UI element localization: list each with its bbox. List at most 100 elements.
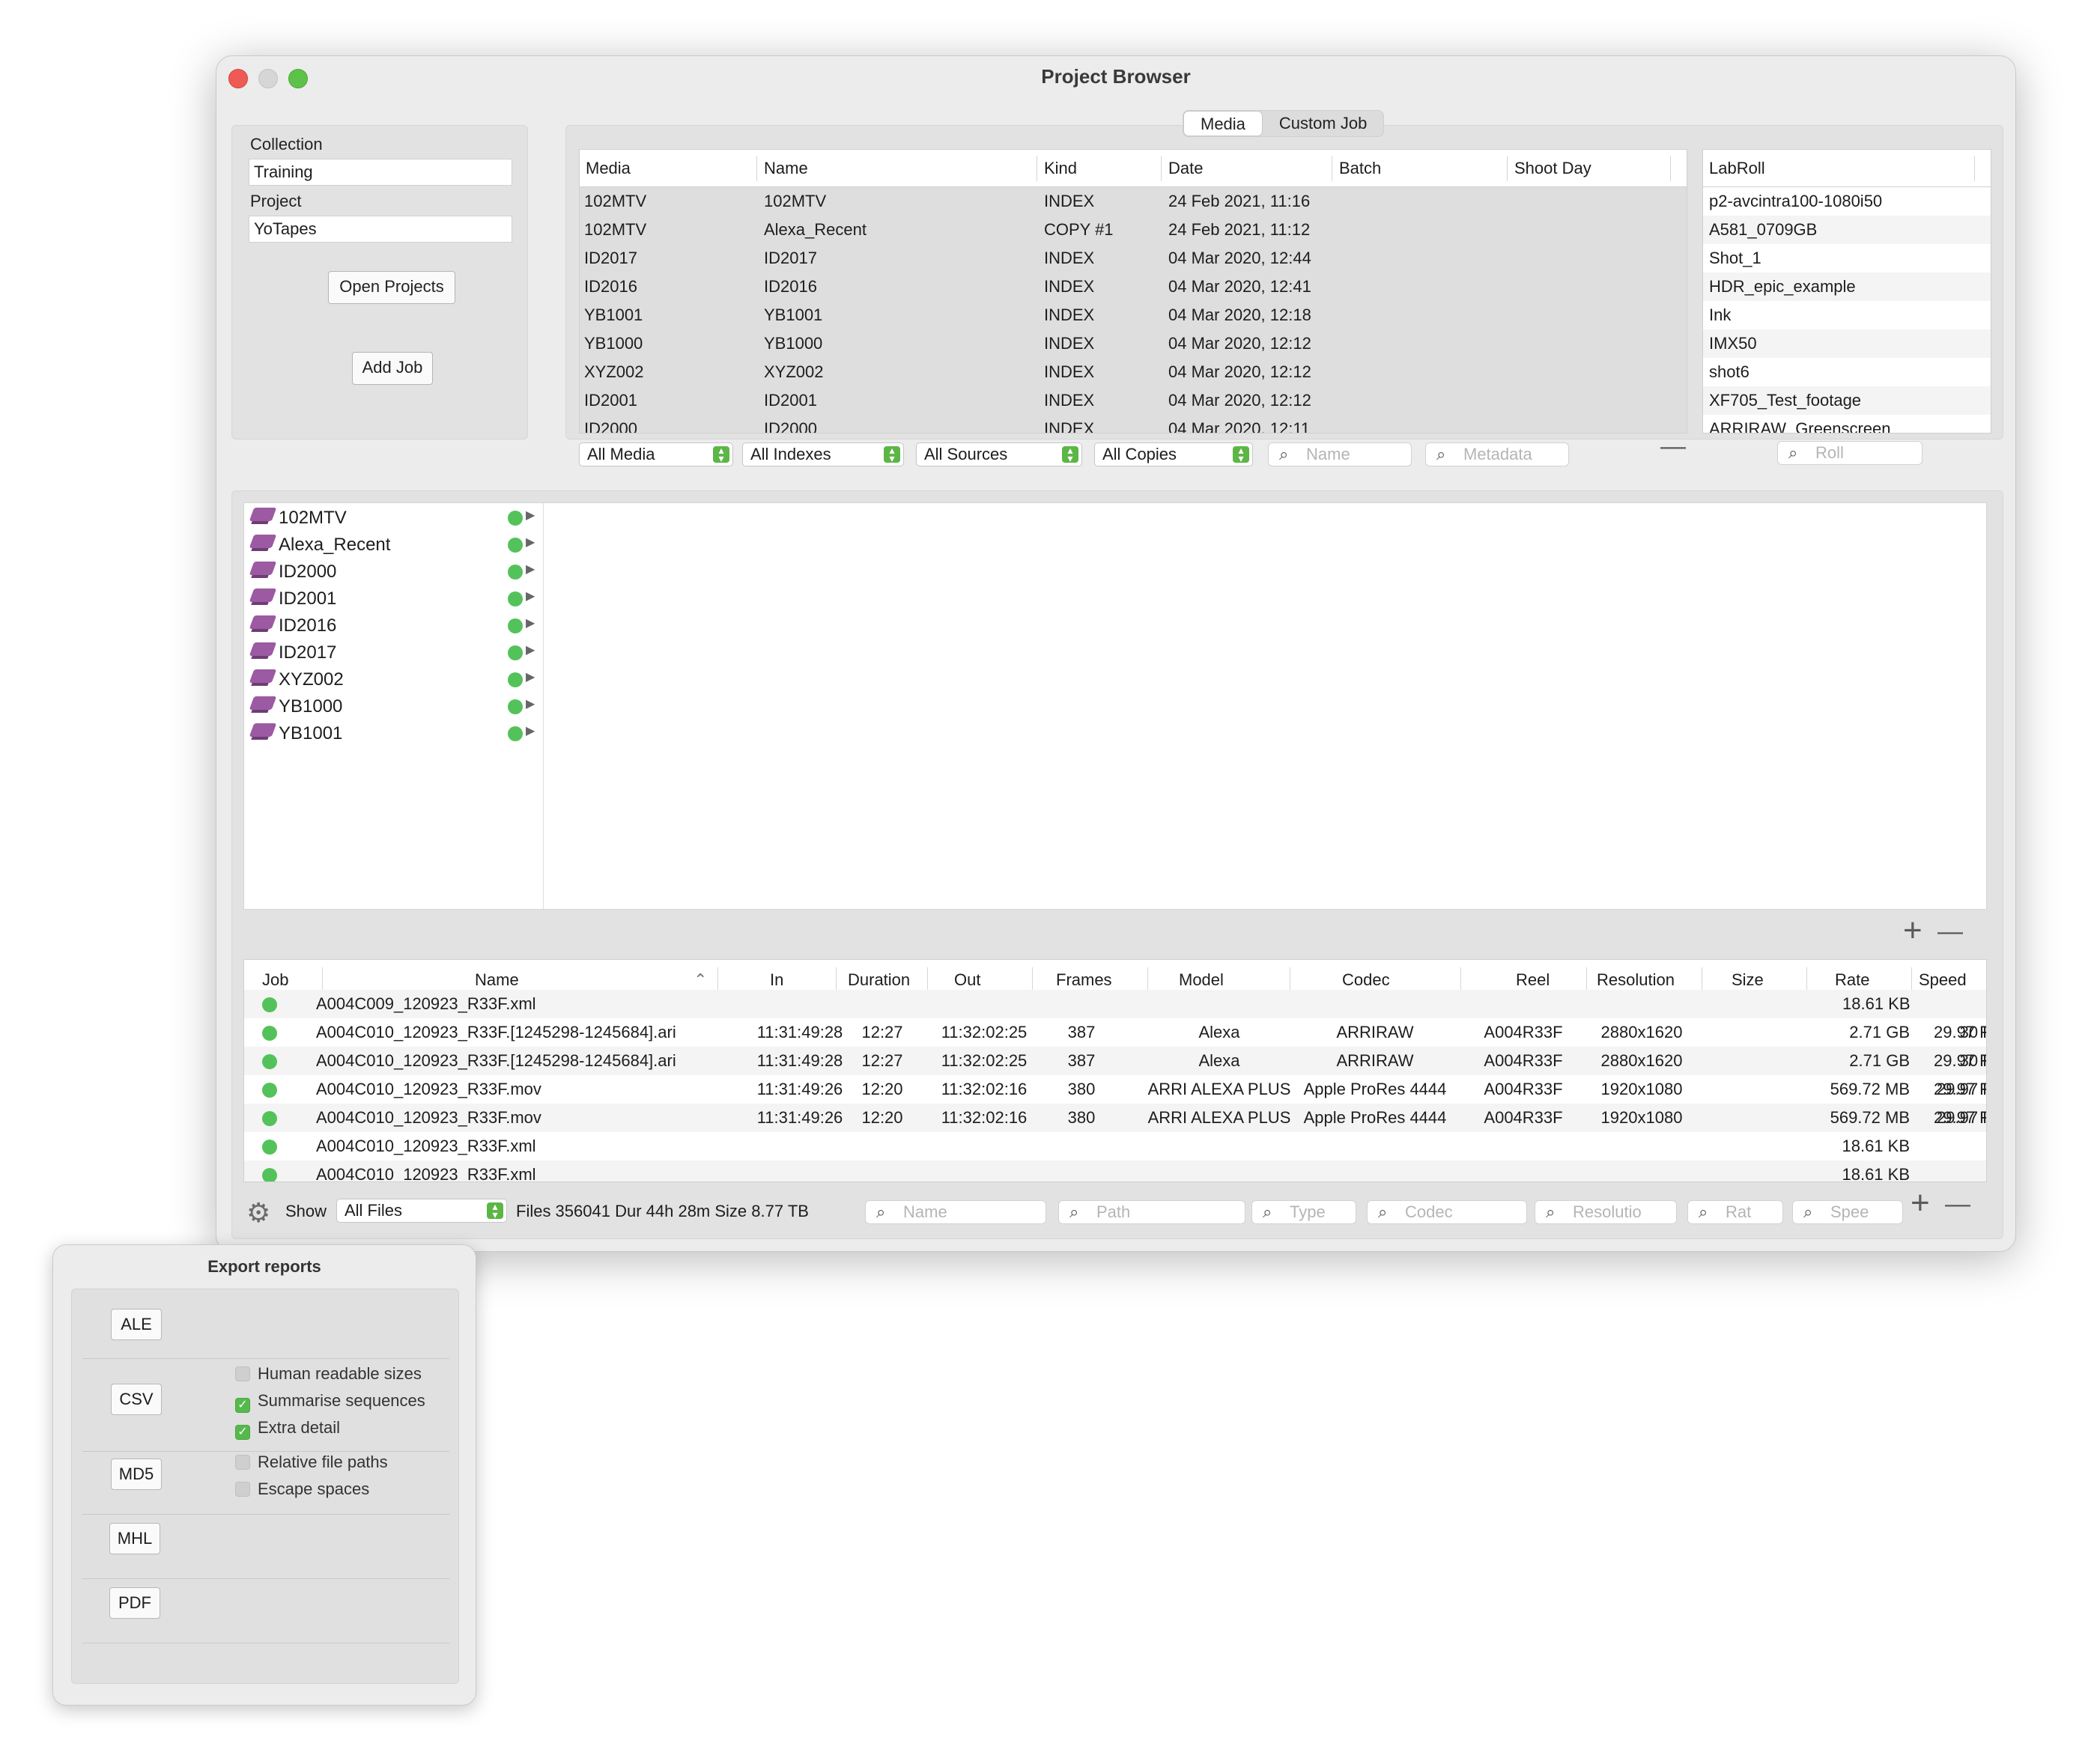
roll-search[interactable]: ⌕ Roll [1777, 441, 1922, 465]
col-name[interactable]: Name [764, 159, 808, 178]
source-item[interactable]: ID2017 ▶ [244, 639, 544, 666]
source-item[interactable]: ID2016 ▶ [244, 612, 544, 639]
table-row[interactable]: A004C009_120923_R33F.xml 18.61 KB [244, 990, 1986, 1018]
show-files-select[interactable]: All Files ▴ ▾ [336, 1199, 507, 1223]
table-row[interactable]: A004C010_120923_R33F.xml 18.61 KB [244, 1132, 1986, 1161]
media-row[interactable]: XYZ002 XYZ002 INDEX 04 Mar 2020, 12:12 [580, 358, 1687, 386]
media-row[interactable]: 102MTV Alexa_Recent COPY #1 24 Feb 2021, 11… [580, 216, 1687, 244]
media-row[interactable]: YB1000 YB1000 INDEX 04 Mar 2020, 12:12 [580, 329, 1687, 358]
labroll-row[interactable]: Ink [1703, 301, 1991, 329]
file-filter-search[interactable]: ⌕ Type [1251, 1200, 1356, 1224]
disclosure-triangle-icon[interactable]: ▶ [526, 696, 535, 711]
export-mhl-button[interactable]: MHL [109, 1523, 160, 1554]
source-item[interactable]: ID2000 ▶ [244, 559, 544, 586]
disclosure-triangle-icon[interactable]: ▶ [526, 615, 535, 630]
add-file-button[interactable]: + [1911, 1187, 1930, 1220]
export-csv-button[interactable]: CSV [111, 1384, 162, 1415]
disclosure-triangle-icon[interactable]: ▶ [526, 562, 535, 577]
file-filter-search[interactable]: ⌕ Resolutio [1535, 1200, 1677, 1224]
relative-file-paths-checkbox[interactable]: Relative file paths [235, 1453, 388, 1472]
disclosure-triangle-icon[interactable]: ▶ [526, 588, 535, 603]
open-projects-button[interactable]: Open Projects [328, 271, 455, 304]
disclosure-triangle-icon[interactable]: ▶ [526, 642, 535, 657]
col-media[interactable]: Media [586, 159, 631, 178]
escape-spaces-checkbox[interactable]: Escape spaces [235, 1479, 369, 1499]
col-date[interactable]: Date [1168, 159, 1203, 178]
col-model[interactable]: Model [1179, 970, 1224, 990]
media-row[interactable]: ID2016 ID2016 INDEX 04 Mar 2020, 12:41 [580, 273, 1687, 301]
disclosure-triangle-icon[interactable]: ▶ [526, 535, 535, 550]
source-item[interactable]: YB1001 ▶ [244, 720, 544, 747]
labroll-row[interactable]: p2-avcintra100-1080i50 [1703, 187, 1991, 216]
extra-detail-checkbox[interactable]: ✓ Extra detail [235, 1418, 340, 1440]
gear-icon[interactable]: ⚙ [246, 1197, 270, 1229]
col-reel[interactable]: Reel [1516, 970, 1550, 990]
add-job-button[interactable]: Add Job [352, 352, 433, 385]
col-shoot-day[interactable]: Shoot Day [1514, 159, 1591, 178]
media-row[interactable]: 102MTV 102MTV INDEX 24 Feb 2021, 11:16 [580, 187, 1687, 216]
disclosure-triangle-icon[interactable]: ▶ [526, 669, 535, 684]
col-speed[interactable]: Speed [1919, 970, 1967, 990]
remove-media-button[interactable]: — [1660, 434, 1686, 459]
indexes-filter-select[interactable]: All Indexes ▴ ▾ [742, 442, 904, 466]
table-row[interactable]: A004C010_120923_R33F.mov 11:31:49:26 12:20… [244, 1075, 1986, 1104]
metadata-search[interactable]: ⌕ Metadata [1425, 442, 1569, 466]
labroll-row[interactable]: shot6 [1703, 358, 1991, 386]
labroll-row[interactable]: ARRIRAW_Greenscreen [1703, 415, 1991, 433]
file-filter-search[interactable]: ⌕ Codec [1367, 1200, 1527, 1224]
col-size[interactable]: Size [1732, 970, 1764, 990]
sources-filter-select[interactable]: All Sources ▴ ▾ [916, 442, 1082, 466]
disclosure-triangle-icon[interactable]: ▶ [526, 508, 535, 523]
file-filter-search[interactable]: ⌕ Rat [1687, 1200, 1783, 1224]
labroll-row[interactable]: Shot_1 [1703, 244, 1991, 273]
table-row[interactable]: A004C010_120923_R33F.xml 18.61 KB [244, 1161, 1986, 1181]
col-resolution[interactable]: Resolution [1597, 970, 1675, 990]
remove-file-button[interactable]: — [1945, 1191, 1970, 1217]
labroll-row[interactable]: XF705_Test_footage [1703, 386, 1991, 415]
col-job[interactable]: Job [262, 970, 288, 990]
labroll-row[interactable]: HDR_epic_example [1703, 273, 1991, 301]
source-item[interactable]: Alexa_Recent ▶ [244, 532, 544, 559]
media-row[interactable]: YB1001 YB1001 INDEX 04 Mar 2020, 12:18 [580, 301, 1687, 329]
file-filter-search[interactable]: ⌕ Name [865, 1200, 1046, 1224]
add-source-button[interactable]: + [1903, 914, 1922, 947]
col-out[interactable]: Out [954, 970, 980, 990]
media-row[interactable]: ID2000 ID2000 INDEX 04 Mar 2020, 12:11 [580, 415, 1687, 433]
media-row[interactable]: ID2001 ID2001 INDEX 04 Mar 2020, 12:12 [580, 386, 1687, 415]
col-kind[interactable]: Kind [1044, 159, 1077, 178]
tab-custom-job[interactable]: Custom Job [1263, 111, 1383, 136]
col-duration[interactable]: Duration [848, 970, 910, 990]
project-field[interactable]: YoTapes [249, 216, 512, 243]
summarise-sequences-checkbox[interactable]: ✓ Summarise sequences [235, 1391, 425, 1413]
col-name[interactable]: Name [475, 970, 519, 990]
col-codec[interactable]: Codec [1342, 970, 1390, 990]
col-rate[interactable]: Rate [1835, 970, 1869, 990]
table-row[interactable]: A004C010_120923_R33F.[1245298-1245684].a… [244, 1018, 1986, 1047]
file-filter-search[interactable]: ⌕ Spee [1792, 1200, 1903, 1224]
file-filter-search[interactable]: ⌕ Path [1058, 1200, 1245, 1224]
human-readable-sizes-checkbox[interactable]: Human readable sizes [235, 1364, 422, 1384]
labroll-row[interactable]: IMX50 [1703, 329, 1991, 358]
source-item[interactable]: XYZ002 ▶ [244, 666, 544, 693]
source-item[interactable]: YB1000 ▶ [244, 693, 544, 720]
copies-filter-select[interactable]: All Copies ▴ ▾ [1094, 442, 1253, 466]
source-item[interactable]: 102MTV ▶ [244, 505, 544, 532]
table-row[interactable]: A004C010_120923_R33F.mov 11:31:49:26 12:20… [244, 1104, 1986, 1132]
col-labroll[interactable]: LabRoll [1709, 159, 1765, 178]
remove-source-button[interactable]: — [1937, 919, 1963, 944]
source-item[interactable]: ID2001 ▶ [244, 586, 544, 612]
labroll-row[interactable]: A581_0709GB [1703, 216, 1991, 244]
collection-field[interactable]: Training [249, 159, 512, 186]
media-name-search[interactable]: ⌕ Name [1268, 442, 1412, 466]
disclosure-triangle-icon[interactable]: ▶ [526, 723, 535, 738]
export-ale-button[interactable]: ALE [111, 1309, 162, 1340]
table-row[interactable]: A004C010_120923_R33F.[1245298-1245684].a… [244, 1047, 1986, 1075]
media-row[interactable]: ID2017 ID2017 INDEX 04 Mar 2020, 12:44 [580, 244, 1687, 273]
tab-media[interactable]: Media [1183, 111, 1263, 136]
col-in[interactable]: In [770, 970, 783, 990]
col-batch[interactable]: Batch [1339, 159, 1381, 178]
export-pdf-button[interactable]: PDF [109, 1587, 160, 1619]
col-frames[interactable]: Frames [1056, 970, 1112, 990]
media-filter-select[interactable]: All Media ▴ ▾ [579, 442, 733, 466]
export-md5-button[interactable]: MD5 [111, 1459, 162, 1490]
